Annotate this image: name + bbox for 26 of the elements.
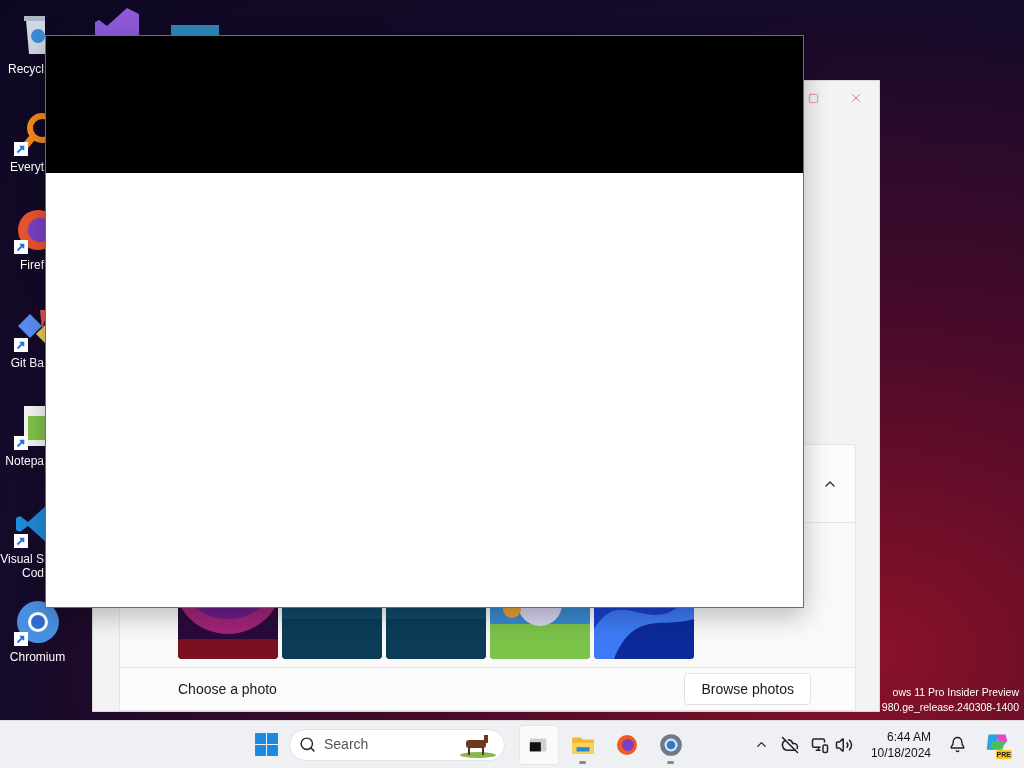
- build-watermark-text: 980.ge_release.240308-1400: [881, 700, 1019, 715]
- icon-label: Chromium: [9, 650, 66, 664]
- build-watermark-text: ows 11 Pro Insider Preview: [892, 685, 1019, 700]
- windows-logo-icon[interactable]: [254, 732, 279, 757]
- network-icon[interactable]: [810, 735, 829, 754]
- gear-icon: [658, 731, 684, 758]
- taskbar-app[interactable]: [519, 724, 559, 765]
- browse-photos-button[interactable]: Browse photos: [684, 673, 811, 705]
- icon-label: Recycl: [8, 62, 44, 76]
- icon-label: Everyt: [10, 160, 44, 174]
- search-placeholder: Search: [324, 735, 370, 754]
- icon-label: Firef: [20, 258, 44, 272]
- clock[interactable]: 6:44 AM 10/18/2024: [864, 728, 937, 761]
- volume-icon[interactable]: [834, 735, 853, 754]
- close-icon[interactable]: [849, 91, 863, 105]
- choose-photo-label: Choose a photo: [178, 679, 277, 699]
- app-icon[interactable]: [14, 598, 62, 646]
- search-icon: [299, 736, 316, 753]
- icon-label: Git Ba: [10, 356, 44, 370]
- icon-label: Notepa: [5, 454, 44, 468]
- bell-icon[interactable]: [949, 736, 966, 753]
- cloud-off-icon[interactable]: [780, 735, 799, 754]
- browser-icon: [615, 732, 639, 757]
- icon-label: Cod: [22, 566, 44, 580]
- search-field[interactable]: Search: [289, 728, 505, 761]
- icon-label: Visual S: [0, 552, 44, 566]
